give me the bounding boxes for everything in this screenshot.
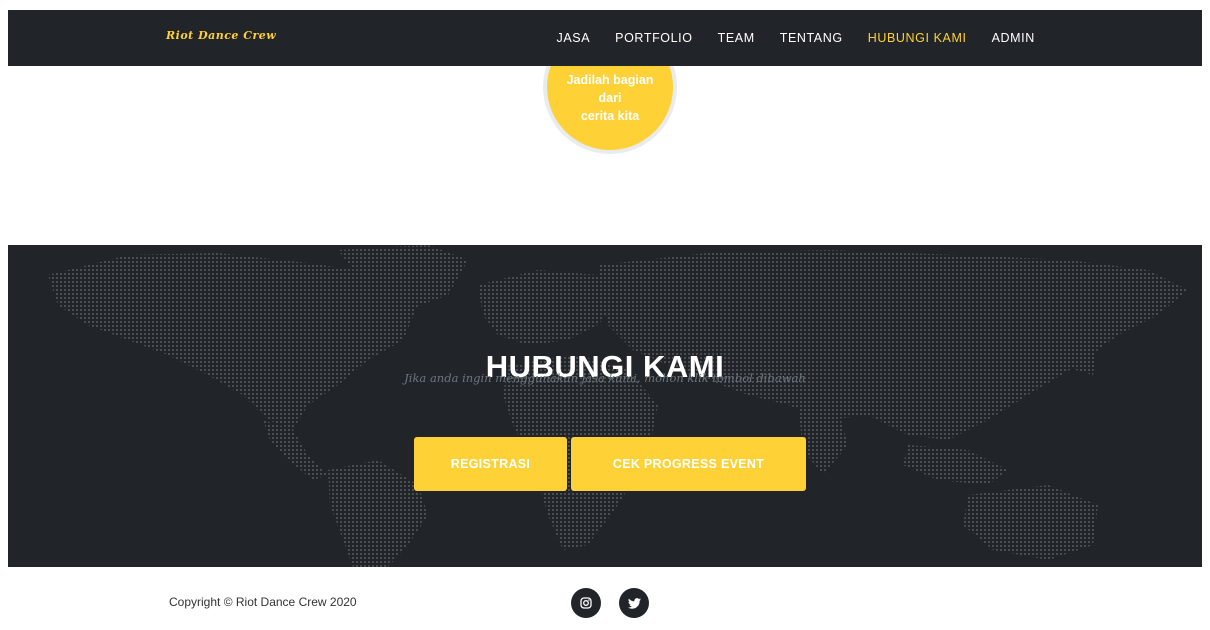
- world-map-background: [48, 245, 1188, 567]
- contact-section: HUBUNGI KAMI Jika anda ingin menggunakan…: [8, 245, 1202, 567]
- nav-link-jasa[interactable]: JASA: [544, 31, 603, 45]
- instagram-icon: [580, 597, 592, 609]
- twitter-link[interactable]: [619, 588, 649, 618]
- top-navbar: Riot Dance Crew JASA PORTFOLIO TEAM TENT…: [8, 10, 1202, 66]
- register-button[interactable]: REGISTRASI: [414, 437, 567, 491]
- circle-text-line-1: Jadilah bagian: [566, 73, 654, 87]
- circle-text-line-2: dari: [598, 91, 622, 105]
- brand-logo[interactable]: Riot Dance Crew: [166, 29, 276, 42]
- nav-link-portfolio[interactable]: PORTFOLIO: [603, 31, 705, 45]
- check-progress-event-button[interactable]: CEK PROGRESS EVENT: [571, 437, 806, 491]
- contact-subtitle: Jika anda ingin menggunakan jasa kami, m…: [404, 371, 806, 385]
- footer: Copyright © Riot Dance Crew 2020: [8, 567, 1202, 630]
- nav-link-team[interactable]: TEAM: [705, 31, 767, 45]
- instagram-link[interactable]: [571, 588, 601, 618]
- copyright-text: Copyright © Riot Dance Crew 2020: [169, 595, 357, 609]
- nav-link-hubungi-kami[interactable]: HUBUNGI KAMI: [855, 31, 979, 45]
- nav-link-admin[interactable]: ADMIN: [979, 31, 1047, 45]
- circle-text-line-3: cerita kita: [580, 109, 640, 123]
- page: Jadilah bagian dari cerita kita Riot Dan…: [0, 0, 1210, 630]
- nav-link-tentang[interactable]: TENTANG: [767, 31, 855, 45]
- nav-links: JASA PORTFOLIO TEAM TENTANG HUBUNGI KAMI…: [544, 10, 1047, 66]
- twitter-icon: [627, 597, 641, 609]
